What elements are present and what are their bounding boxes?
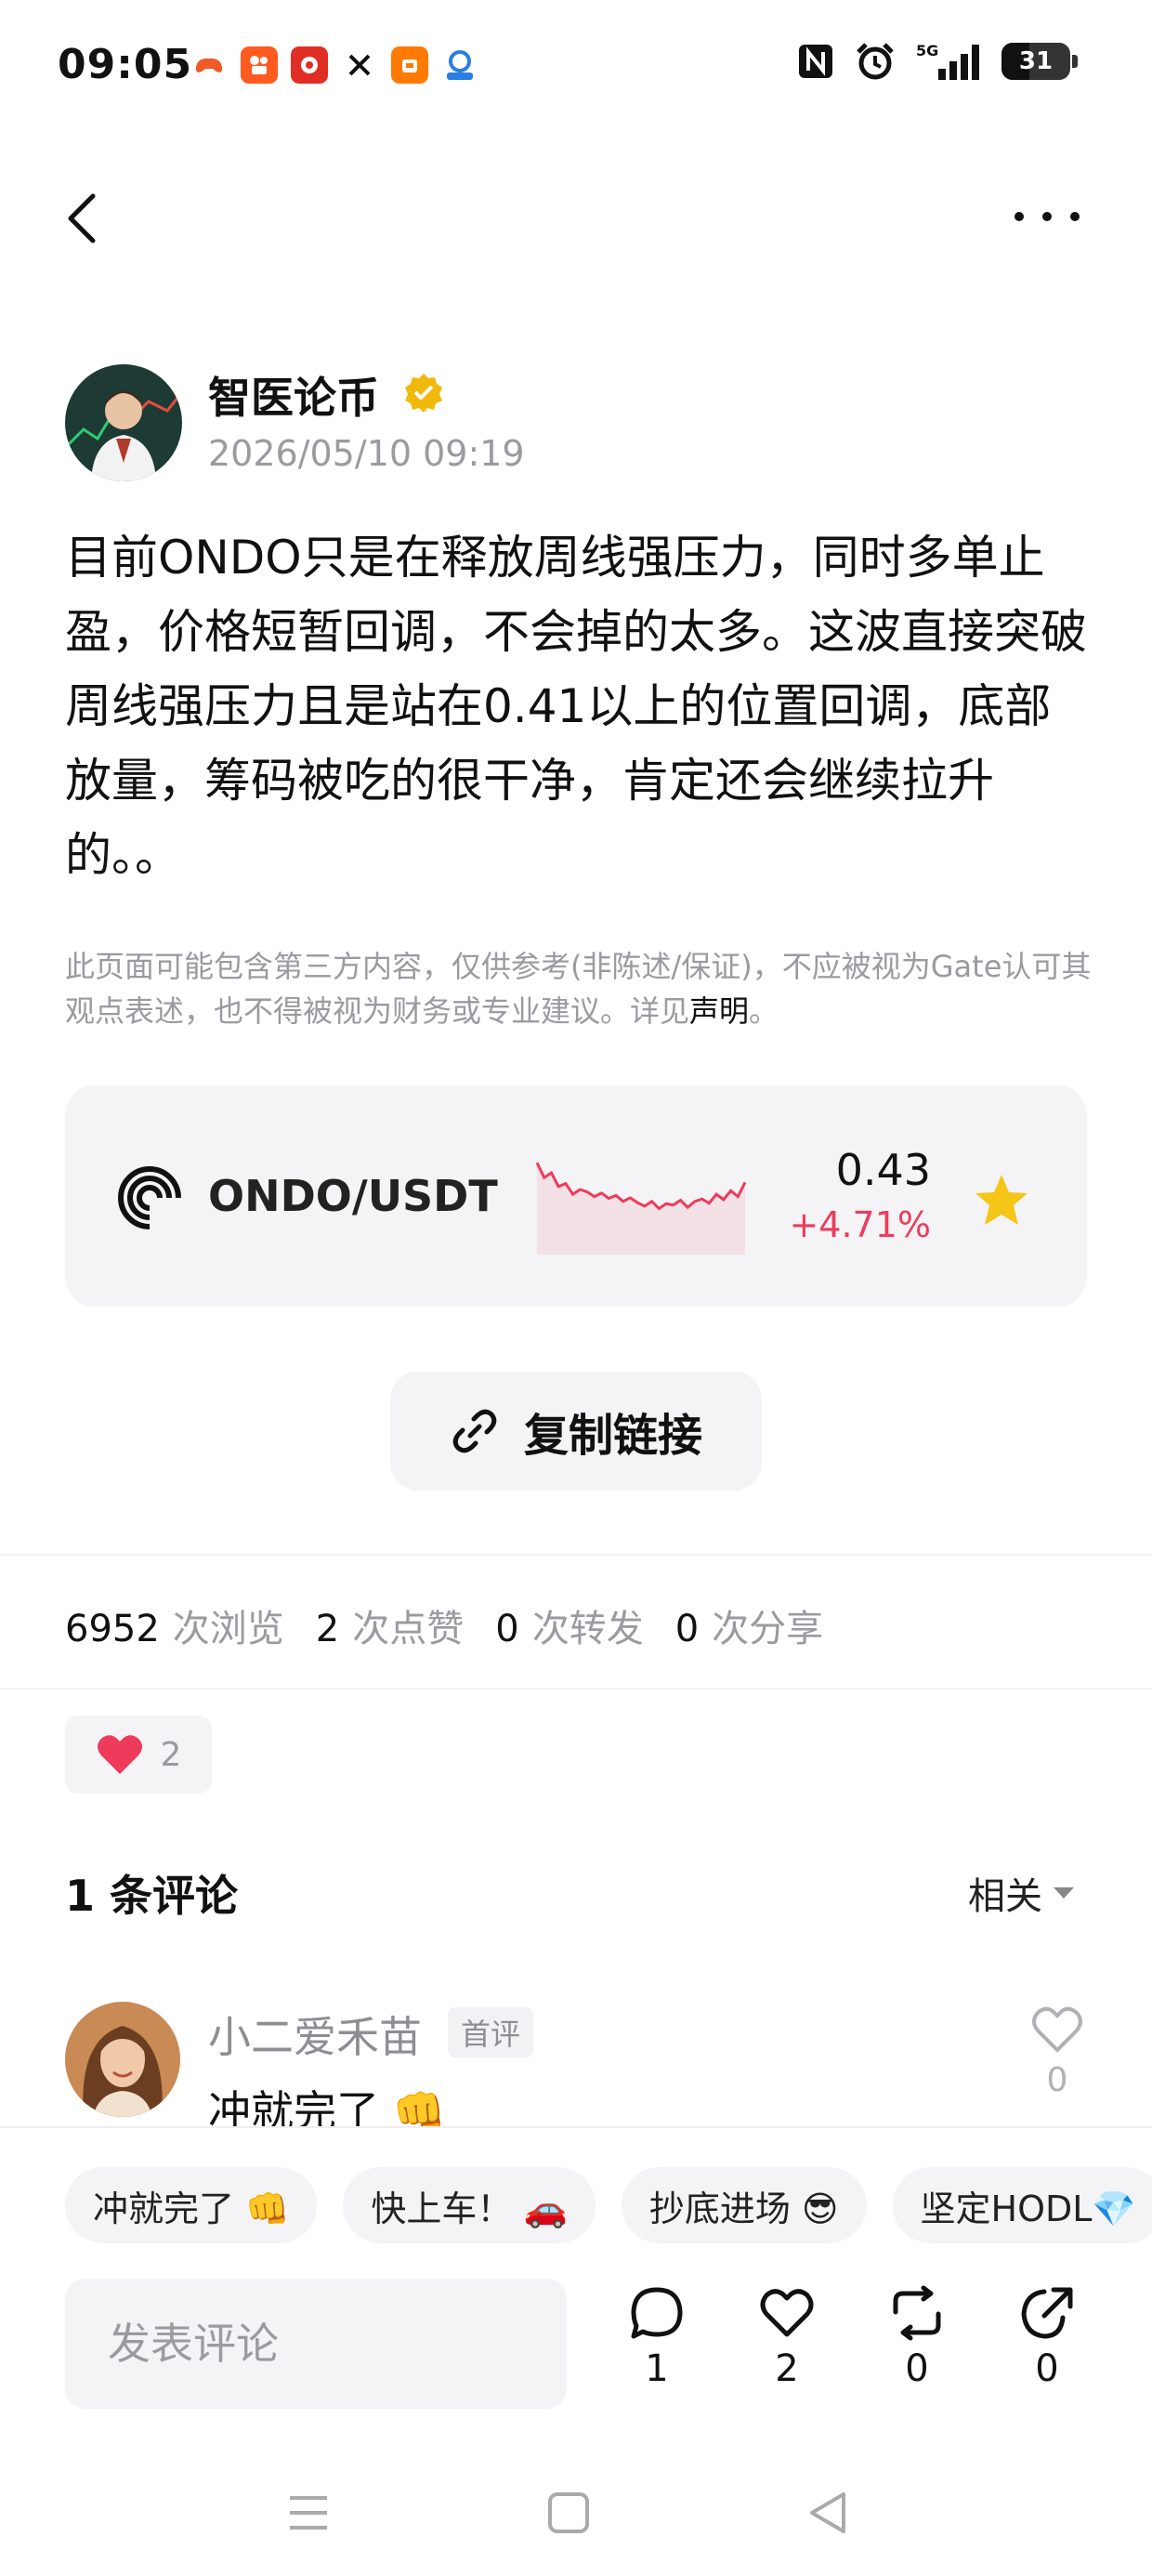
- recent-apps-button[interactable]: [282, 2487, 334, 2539]
- commenter-avatar[interactable]: [65, 2002, 180, 2117]
- post-actions: 1 2 0 0: [628, 2284, 1076, 2390]
- reaction-count: 2: [160, 1735, 182, 1774]
- reposts-count: 0: [495, 1608, 519, 1650]
- disclaimer: 此页面可能包含第三方内容，仅供参考(非陈述/保证)，不应被视为Gate认可其观点…: [65, 944, 1096, 1033]
- status-right-icons: 5G 31: [797, 41, 1078, 82]
- more-button[interactable]: [1015, 203, 1080, 230]
- signal-icon: 5G: [916, 41, 981, 82]
- battery-icon: 31: [1001, 43, 1078, 80]
- ticker-symbol: ONDO/USDT: [208, 1171, 498, 1221]
- sparkline-area: [537, 1163, 745, 1255]
- copy-link-label: 复制链接: [523, 1410, 702, 1462]
- shares-count: 0: [674, 1608, 700, 1650]
- repost-icon: [893, 2285, 941, 2341]
- reposts-label: 次转发: [531, 1608, 644, 1650]
- ticker-change: +4.71%: [789, 1204, 931, 1245]
- status-app-icons: [190, 46, 478, 84]
- game-controller-icon: [190, 46, 228, 84]
- views-count: 6952: [65, 1608, 160, 1650]
- share-icon: [1021, 2287, 1073, 2339]
- quick-reply-chip[interactable]: 坚定HODL💎: [892, 2167, 1152, 2243]
- chevron-left-icon: [68, 193, 96, 243]
- shares-label: 次分享: [712, 1608, 824, 1650]
- disclaimer-text: 此页面可能包含第三方内容，仅供参考(非陈述/保证)，不应被视为Gate认可其观点…: [65, 949, 1092, 1029]
- repost-action-button[interactable]: 0: [888, 2284, 946, 2390]
- comment-action-count: 1: [645, 2347, 669, 2390]
- heart-outline-icon: [1032, 2006, 1082, 2053]
- status-bar: 09:05 5G 31: [0, 0, 1152, 139]
- comment-bubble-icon: [631, 2287, 683, 2339]
- ondo-logo-icon: [117, 1165, 183, 1231]
- x-icon: [341, 46, 378, 84]
- system-nav-bar: [0, 2453, 1152, 2565]
- square-icon: [548, 2492, 589, 2533]
- alarm-icon: [855, 41, 896, 82]
- back-button[interactable]: [61, 191, 108, 246]
- triangle-back-icon: [810, 2492, 845, 2533]
- divider: [0, 1554, 1152, 1556]
- like-action-count: 2: [775, 2347, 799, 2390]
- reaction-chip[interactable]: 2: [65, 1715, 212, 1794]
- ticker-card[interactable]: ONDO/USDT 0.43 +4.71%: [65, 1085, 1087, 1307]
- share-action-count: 0: [1035, 2347, 1059, 2390]
- kuaishou-icon: [241, 46, 278, 84]
- quick-reply-chip[interactable]: 抄底进场 😎: [621, 2167, 867, 2243]
- pinduoduo-icon: [291, 46, 328, 84]
- caret-down-icon: [1054, 1887, 1074, 1899]
- likes-count: 2: [315, 1608, 340, 1650]
- copy-link-button[interactable]: 复制链接: [390, 1372, 762, 1491]
- disclaimer-end: 。: [749, 993, 779, 1029]
- link-icon: [452, 1409, 497, 1453]
- like-action-button[interactable]: 2: [758, 2284, 816, 2390]
- divider: [0, 1688, 1152, 1689]
- comment-sort-select[interactable]: 相关: [968, 1866, 1074, 1920]
- ticker-price: 0.43: [835, 1145, 931, 1195]
- battery-level: 31: [1018, 47, 1054, 75]
- menu-lines-icon: [290, 2496, 327, 2530]
- system-back-button[interactable]: [803, 2487, 855, 2539]
- repost-action-count: 0: [905, 2347, 929, 2390]
- author-avatar[interactable]: [65, 364, 182, 481]
- comment-action-button[interactable]: 1: [628, 2284, 686, 2390]
- heart-icon: [97, 1735, 142, 1774]
- post-content: 目前ONDO只是在释放周线强压力，同时多单止盈，价格短暂回调，不会掉的太多。这波…: [65, 531, 1087, 882]
- post-timestamp: 2026/05/10 09:19: [208, 433, 525, 474]
- disclaimer-link[interactable]: 声明: [689, 993, 749, 1029]
- ellipsis-icon: [1015, 212, 1024, 221]
- nfc-icon: [797, 41, 834, 82]
- first-comment-badge: 首评: [448, 2007, 534, 2057]
- quick-reply-row: 冲就完了 👊 快上车！ 🚗 抄底进场 😎 坚定HODL💎: [65, 2167, 1152, 2243]
- ticker-sparkline: [535, 1162, 747, 1255]
- likes-label: 次点赞: [352, 1608, 465, 1650]
- taobao-icon: [391, 46, 428, 84]
- comment-like-count: 0: [1046, 2061, 1068, 2099]
- quick-reply-chip[interactable]: 冲就完了 👊: [65, 2167, 318, 2243]
- favorite-star-icon[interactable]: [972, 1171, 1031, 1230]
- status-time: 09:05: [58, 41, 193, 88]
- heart-outline-icon: [760, 2289, 814, 2337]
- network-label: 5G: [916, 42, 938, 59]
- share-action-button[interactable]: 0: [1018, 2284, 1076, 2390]
- home-button[interactable]: [543, 2487, 595, 2539]
- bank-app-icon: [441, 46, 478, 84]
- views-label: 次浏览: [172, 1608, 284, 1650]
- verified-badge-icon: [403, 372, 444, 413]
- commenter-name[interactable]: 小二爱禾苗: [208, 2004, 422, 2065]
- comment-input[interactable]: [65, 2279, 567, 2409]
- post-stats: 6952 次浏览 2 次点赞 0 次转发 0 次分享: [65, 1598, 855, 1652]
- sort-label: 相关: [968, 1875, 1042, 1918]
- comment-like-button[interactable]: 0: [1029, 2005, 1085, 2099]
- comments-title: 1 条评论: [65, 1871, 239, 1921]
- author-name[interactable]: 智医论币: [208, 364, 379, 426]
- quick-reply-chip[interactable]: 快上车！ 🚗: [343, 2167, 596, 2243]
